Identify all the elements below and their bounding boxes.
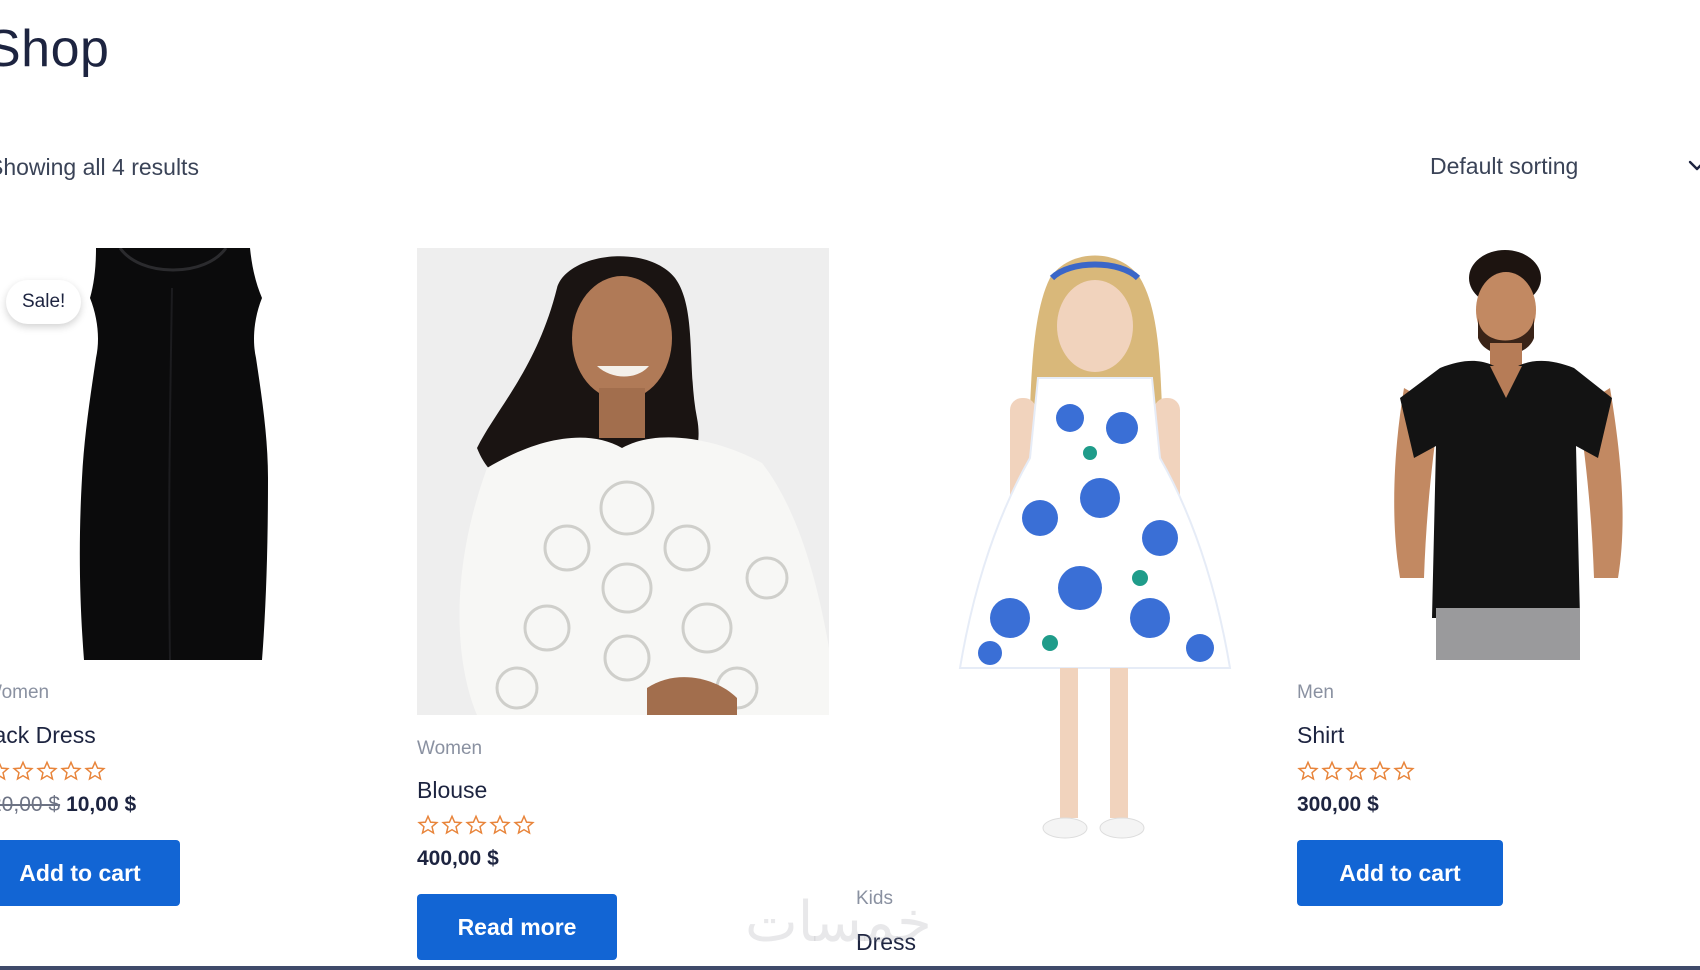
star-icon [12,760,34,781]
product-image[interactable] [417,248,829,715]
price-current: 300,00 $ [1297,793,1379,816]
bottom-divider [0,966,1700,970]
page-title: Shop [0,20,110,78]
star-icon [417,814,439,835]
star-icon [513,814,535,835]
star-icon [36,760,58,781]
product-name[interactable]: Blouse [417,777,487,804]
price-current: 400,00 $ [417,847,499,870]
product-category[interactable]: Men [1297,682,1334,704]
watermark: خمسات [745,890,932,955]
product-category[interactable]: Women [417,738,482,760]
product-name[interactable]: Black Dress [0,722,96,749]
add-to-cart-button[interactable]: Add to cart [0,840,180,906]
star-icon [1369,760,1391,781]
star-icon [84,760,106,781]
price-old: 20,00 $ [0,793,61,816]
star-icon [489,814,511,835]
sale-badge: Sale! [6,280,82,324]
star-icon [465,814,487,835]
add-to-cart-button[interactable]: Add to cart [1297,840,1503,906]
product-image[interactable] [1340,248,1680,660]
price-current: 10,00 $ [66,793,137,816]
star-icon [0,762,10,781]
star-icon [1297,760,1319,781]
rating-stars [417,814,535,836]
star-icon [1345,760,1367,781]
star-icon [60,760,82,781]
product-price: 400,00 $ [417,847,499,871]
star-icon [441,814,463,835]
product-price: 20,00 $10,00 $ [0,793,136,817]
product-price: 300,00 $ [1297,793,1379,817]
product-name[interactable]: Shirt [1297,722,1344,749]
rating-stars [1297,760,1415,782]
chevron-down-icon [1688,160,1700,171]
sorting-select[interactable]: Default sorting [1430,146,1700,186]
star-icon [1393,760,1415,781]
rating-stars [0,760,106,782]
sorting-value: Default sorting [1430,152,1579,179]
read-more-button[interactable]: Read more [417,894,617,960]
result-count: Showing all 4 results [0,154,199,180]
product-category[interactable]: Women [0,682,49,704]
product-image[interactable] [900,248,1260,868]
star-icon [1321,760,1343,781]
